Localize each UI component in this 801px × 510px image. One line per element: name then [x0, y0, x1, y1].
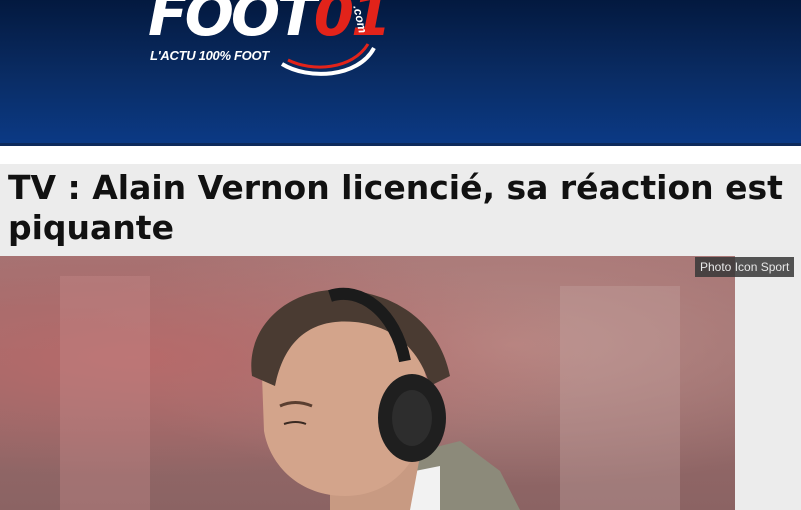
site-header: FOOT01 .com L'ACTU 100% FOOT	[0, 0, 801, 146]
site-logo[interactable]: FOOT01 .com L'ACTU 100% FOOT	[148, 0, 392, 80]
logo-tagline: L'ACTU 100% FOOT	[150, 48, 269, 63]
article-photo-illustration	[60, 276, 680, 510]
header-divider	[0, 146, 801, 164]
article-photo[interactable]	[0, 256, 735, 510]
logo-swoosh-icon	[280, 43, 376, 76]
photo-credit: Photo Icon Sport	[695, 257, 795, 277]
article-title: TV : Alain Vernon licencié, sa réaction …	[8, 168, 783, 247]
